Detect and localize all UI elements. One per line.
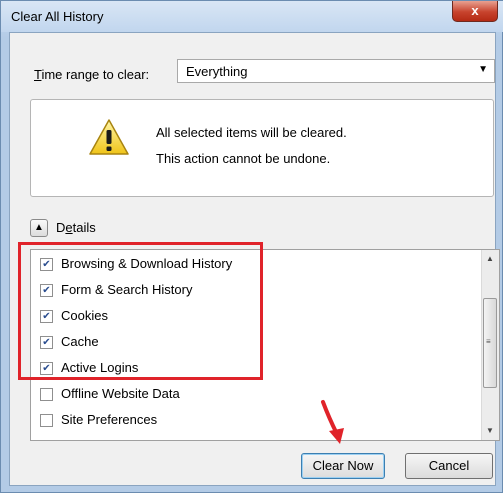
highlight-box	[18, 242, 263, 380]
time-range-label: Time range to clear:	[34, 67, 150, 82]
warning-icon	[89, 119, 129, 155]
title-bar[interactable]: Clear All History x	[1, 1, 503, 32]
item-label: Site Preferences	[61, 412, 158, 427]
close-button[interactable]: x	[452, 1, 498, 22]
cancel-button[interactable]: Cancel	[405, 453, 493, 479]
warning-line-1: All selected items will be cleared.	[156, 125, 347, 140]
checkbox[interactable]	[40, 388, 53, 401]
time-range-value: Everything	[186, 64, 248, 79]
scroll-up-icon[interactable]: ▲	[484, 252, 496, 266]
scrollbar[interactable]: ▲ ≡ ▼	[481, 250, 499, 440]
dialog-window: Clear All History x Time range to clear:…	[0, 0, 503, 493]
scroll-thumb[interactable]: ≡	[483, 298, 497, 388]
scroll-down-icon[interactable]: ▼	[484, 424, 496, 438]
details-toggle-button[interactable]: ▲	[30, 219, 48, 237]
grip-icon: ≡	[486, 337, 491, 346]
warning-box: All selected items will be cleared. This…	[30, 99, 494, 197]
warning-line-2: This action cannot be undone.	[156, 151, 331, 166]
arrow-pointer-icon	[321, 400, 344, 444]
time-range-select[interactable]: Everything ▼	[177, 59, 495, 83]
item-label: Offline Website Data	[61, 386, 180, 401]
dropdown-arrow-icon: ▼	[478, 64, 488, 75]
details-label: Details	[56, 220, 96, 235]
clear-now-button[interactable]: Clear Now	[301, 453, 385, 479]
checkbox[interactable]	[40, 414, 53, 427]
window-title: Clear All History	[11, 9, 104, 24]
